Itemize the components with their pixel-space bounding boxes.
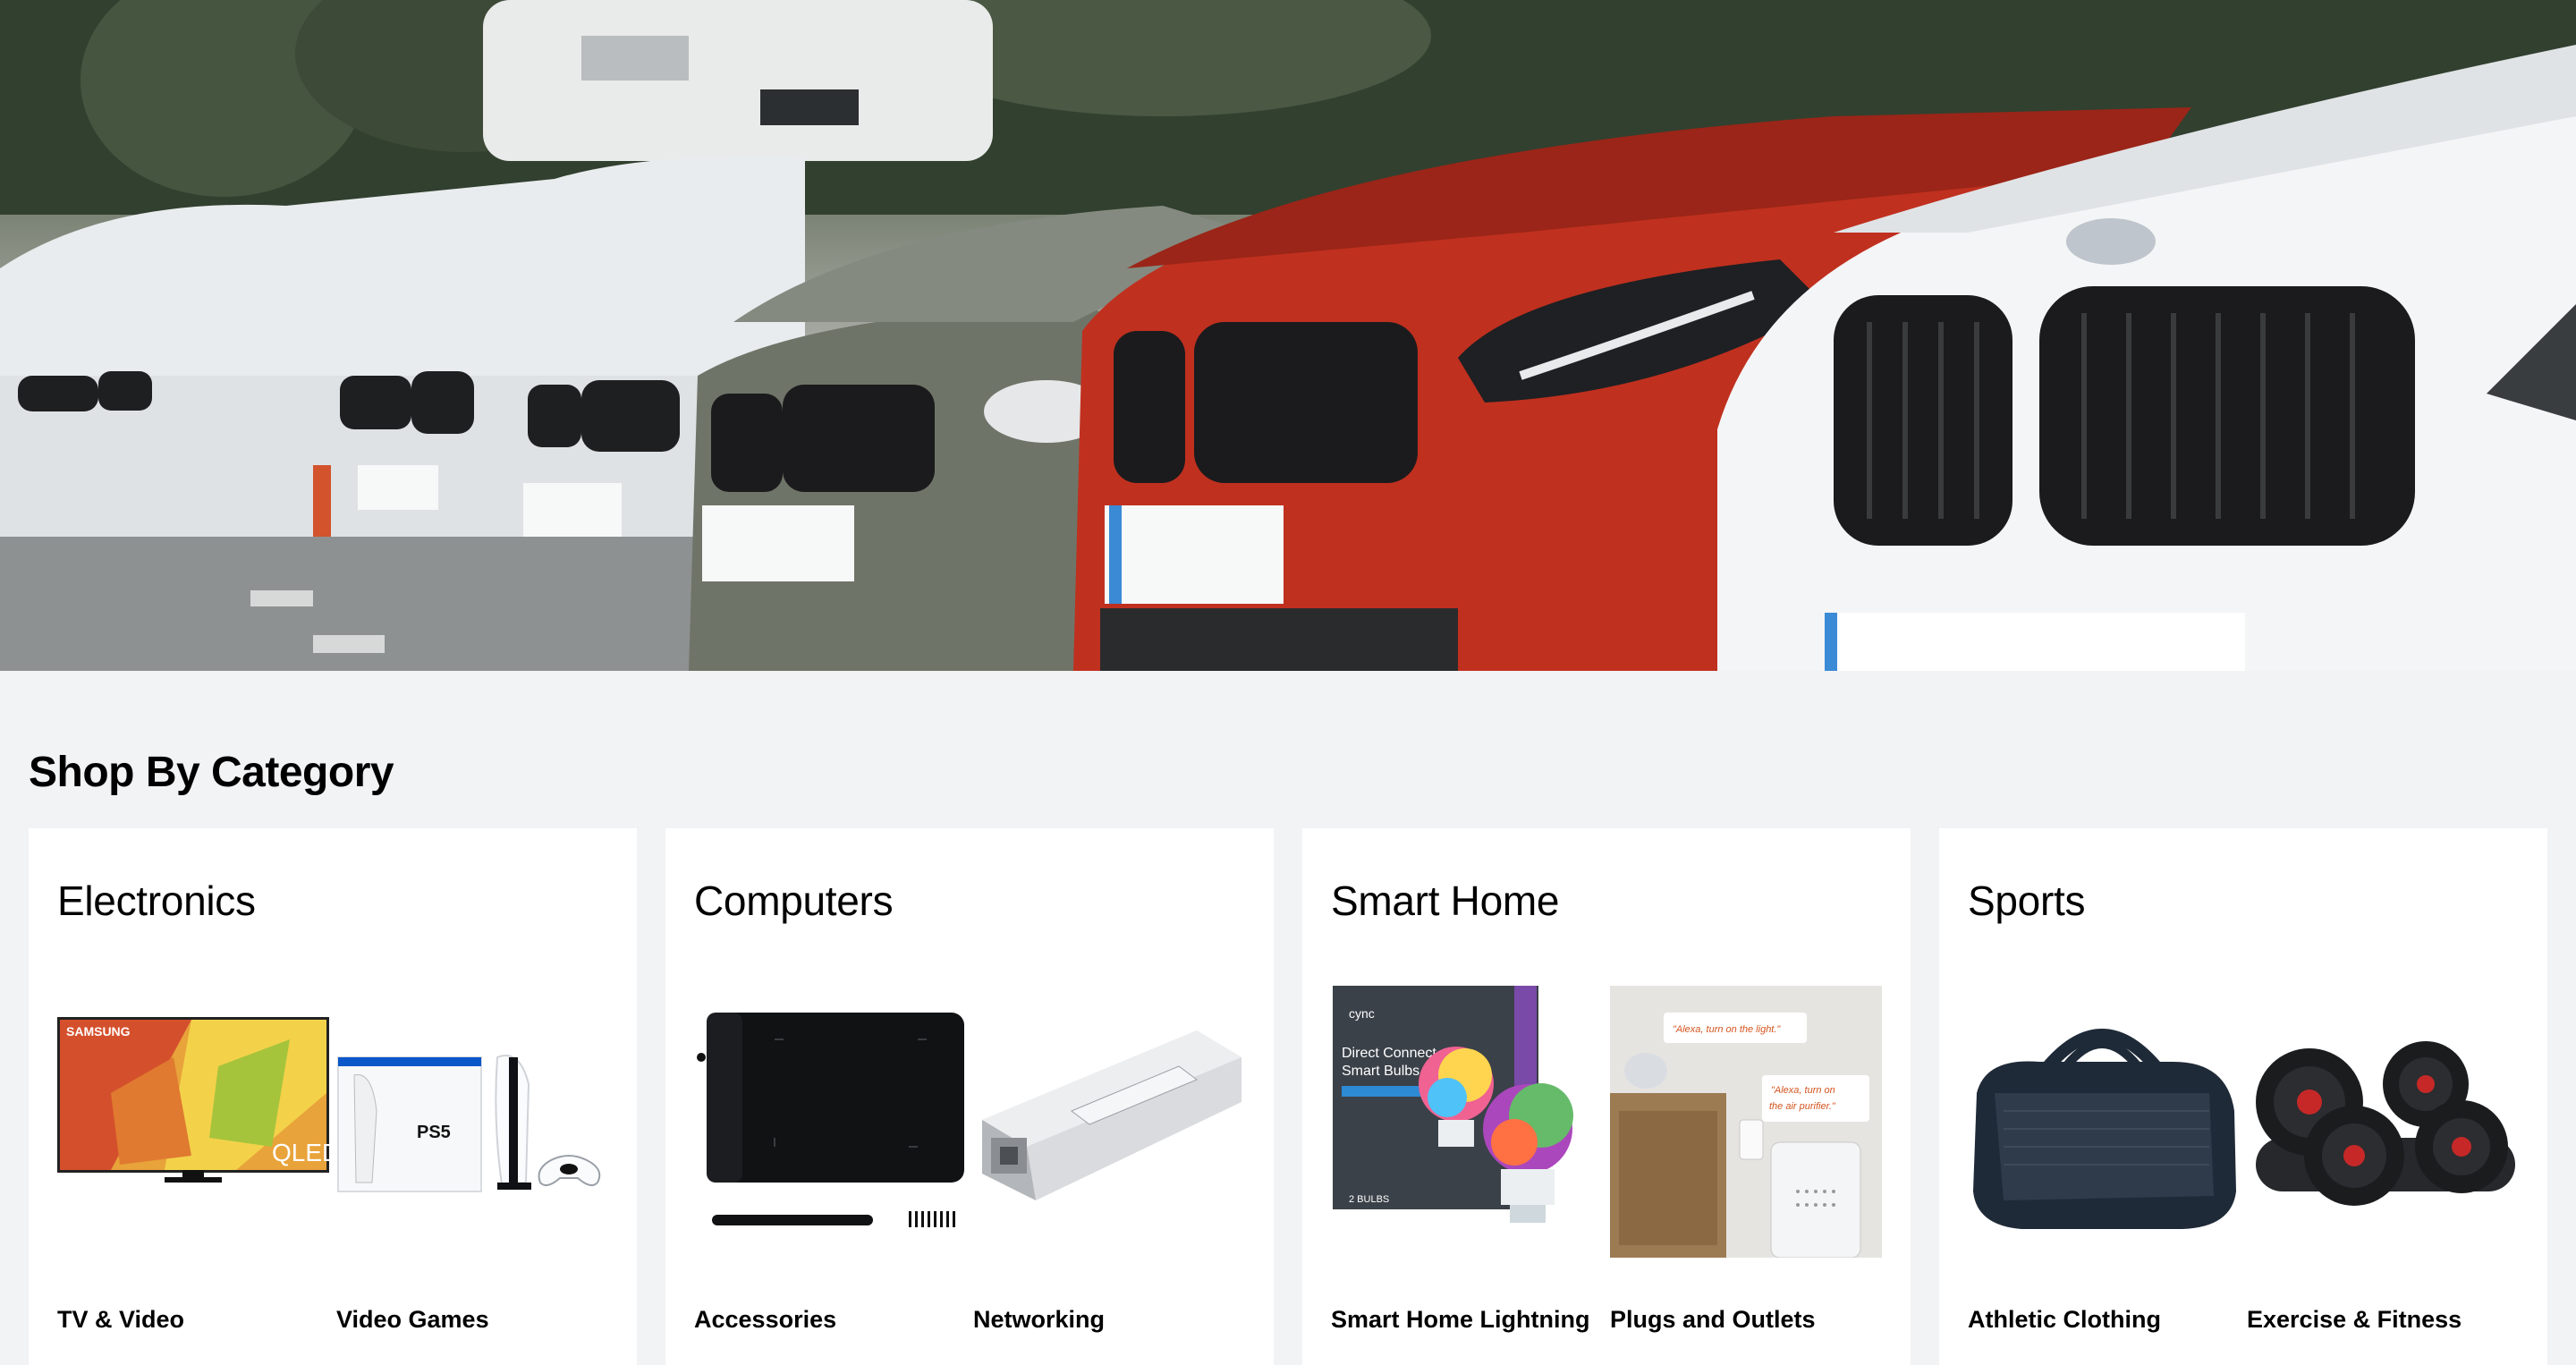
category-card-computers[interactable]: Computers Accessories Networking [665, 828, 1274, 1365]
bulb-box-line1: Direct Connect [1342, 1046, 1436, 1061]
category-cards: Electronics SAMSUNG QLED PS5 [29, 828, 2547, 1365]
alexa-quote-2a: "Alexa, turn on [1771, 1085, 1835, 1096]
plugs-outlets-image[interactable]: "Alexa, turn on the light." "Alexa, turn… [1610, 986, 1882, 1258]
category-title: Smart Home [1331, 878, 1560, 924]
hero-banner [0, 0, 2576, 671]
category-title: Computers [694, 878, 894, 924]
networking-image[interactable] [973, 986, 1245, 1258]
tv-badge-text: QLED [272, 1139, 329, 1166]
category-title: Sports [1968, 878, 2086, 924]
category-title: Electronics [57, 878, 256, 924]
video-games-image[interactable]: PS5 [336, 986, 608, 1258]
alexa-quote-2b: the air purifier." [1769, 1101, 1836, 1112]
hero-cars-image [0, 0, 2576, 671]
smart-home-lighting-image[interactable]: cync Direct Connect Smart Bulbs 2 BULBS [1331, 986, 1603, 1258]
section-title: Shop By Category [29, 749, 394, 796]
bulb-box-count: 2 BULBS [1349, 1194, 1389, 1205]
category-card-smart-home[interactable]: Smart Home cync Direct Connect Smart Bul… [1302, 828, 1911, 1365]
category-card-electronics[interactable]: Electronics SAMSUNG QLED PS5 [29, 828, 637, 1365]
alexa-quote-1: "Alexa, turn on the light." [1673, 1024, 1781, 1035]
exercise-fitness-image[interactable] [2247, 986, 2519, 1258]
tv-brand-text: SAMSUNG [66, 1024, 131, 1039]
bulb-box-line2: Smart Bulbs [1342, 1064, 1419, 1079]
accessories-image[interactable] [694, 986, 966, 1258]
bulb-brand-text: cync [1349, 1006, 1375, 1021]
category-card-sports[interactable]: Sports Athletic Clothing Exercise & Fitn… [1939, 828, 2547, 1365]
athletic-clothing-image[interactable] [1968, 986, 2240, 1258]
tv-video-image[interactable]: SAMSUNG QLED [57, 986, 329, 1258]
ps5-logo-text: PS5 [417, 1123, 451, 1142]
